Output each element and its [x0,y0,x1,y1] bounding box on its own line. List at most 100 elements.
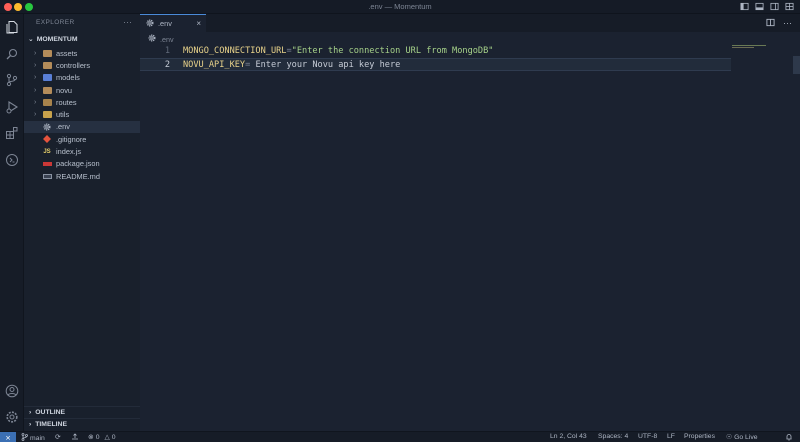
markdown-icon [42,172,52,181]
code-area[interactable]: 1 MONGO_CONNECTION_URL="Enter the connec… [140,45,800,71]
tree-item-routes[interactable]: › routes [24,96,140,108]
source-control-icon[interactable] [5,73,19,87]
language-mode[interactable]: Properties [684,433,715,440]
branch-name: main [30,434,45,442]
notifications-bell-icon[interactable] [785,433,793,441]
project-name: MOMENTUM [36,35,78,43]
explorer-icon[interactable] [5,20,19,34]
folder-icon [42,49,52,58]
chevron-right-icon: › [34,98,37,106]
tree-item-label: utils [56,110,70,120]
extensions-icon[interactable] [5,126,19,140]
error-count: 0 [95,433,100,441]
chevron-right-icon: › [34,111,37,119]
branch-indicator[interactable]: main [21,433,45,442]
explorer-sidebar: EXPLORER ··· ⌄ MOMENTUM › assets › contr… [24,14,140,431]
tree-item-label: controllers [56,60,91,70]
tree-item-label: models [56,73,80,83]
tab-env[interactable]: .env × [140,14,206,32]
tree-item-utils[interactable]: › utils [24,108,140,120]
chevron-right-icon: › [29,409,32,416]
timeline-section[interactable]: › TIMELINE [24,418,140,430]
chevron-down-icon: ⌄ [28,36,34,43]
warning-icon: △ [104,434,110,441]
folder-utils-icon [42,110,52,119]
git-icon [42,135,52,144]
env-value: Enter your Novu api key here [250,60,401,70]
folder-models-icon [42,73,52,82]
npm-icon [42,159,52,168]
tree-item-env[interactable]: .env [24,120,140,134]
tree-item-label: package.json [56,159,100,169]
tree-item-index-js[interactable]: JS index.js [24,145,140,157]
window-title: .env — Momentum [368,2,432,11]
line-number: 2 [164,60,170,70]
tree-item-models[interactable]: › models [24,72,140,84]
tree-item-package-json[interactable]: package.json [24,158,140,170]
tree-item-novu[interactable]: › novu [24,84,140,96]
publish-icon[interactable] [71,433,79,441]
customize-layout-icon[interactable] [785,2,794,13]
warning-count: 0 [111,433,116,441]
title-bar: .env — Momentum [0,0,800,14]
folder-icon [42,86,52,95]
indentation[interactable]: Spaces: 4 [598,433,628,440]
run-debug-icon[interactable] [5,100,19,114]
close-tab-icon[interactable]: × [196,19,201,28]
error-icon: ⊗ [88,434,94,441]
problems-indicator[interactable]: ⊗ 0 △ 0 [88,433,116,442]
chevron-right-icon: › [34,61,37,69]
outline-section[interactable]: › OUTLINE [24,406,140,418]
search-icon[interactable] [5,47,19,61]
end-of-line[interactable]: LF [667,433,675,440]
go-live-button[interactable]: ☉ Go Live [726,433,758,442]
tree-item-readme[interactable]: README.md [24,170,140,182]
gear-icon [146,19,154,29]
code-editor[interactable]: 1 MONGO_CONNECTION_URL="Enter the connec… [140,32,800,431]
settings-gear-icon[interactable] [5,410,19,424]
timeline-label: TIMELINE [35,421,67,428]
remote-indicator-icon[interactable]: ⨯ [0,432,16,442]
split-editor-icon[interactable] [766,18,775,29]
chevron-right-icon: › [34,74,37,82]
go-live-label: Go Live [734,433,758,441]
tree-item-label: routes [56,97,77,107]
outline-label: OUTLINE [35,409,66,416]
tree-item-label: README.md [56,171,100,181]
tab-label: .env [158,19,172,28]
code-line[interactable]: 1 MONGO_CONNECTION_URL="Enter the connec… [140,45,800,58]
project-folder-header[interactable]: ⌄ MOMENTUM [28,35,78,44]
activity-bar [0,14,24,431]
tree-item-gitignore[interactable]: .gitignore [24,133,140,145]
tree-item-controllers[interactable]: › controllers [24,59,140,71]
sync-icon[interactable]: ⟳ [55,433,61,441]
tree-item-label: .env [56,122,70,132]
env-value: "Enter the connection URL from MongoDB" [291,46,494,56]
toggle-secondary-sidebar-icon[interactable] [770,2,779,13]
code-line-current[interactable]: 2 NOVU_API_KEY= Enter your Novu api key … [140,58,731,71]
toggle-panel-icon[interactable] [755,2,764,13]
account-icon[interactable] [5,384,19,398]
file-tree: › assets › controllers › models › novu ›… [24,47,140,182]
tree-item-assets[interactable]: › assets [24,47,140,59]
more-actions-icon[interactable]: ··· [783,18,792,29]
tree-item-label: assets [56,48,78,58]
encoding[interactable]: UTF-8 [638,433,657,440]
scrollbar-overview-marker[interactable] [793,56,800,74]
folder-routes-icon [42,98,52,107]
folder-icon [42,61,52,70]
explorer-header: EXPLORER [36,19,75,26]
env-key: MONGO_CONNECTION_URL [183,46,287,56]
explorer-more-actions-icon[interactable]: ··· [123,17,132,27]
chevron-right-icon: › [34,49,37,57]
git-branch-icon [21,433,28,442]
env-key: NOVU_API_KEY [183,60,246,70]
broadcast-icon: ☉ [726,434,733,441]
status-bar: ⨯ main ⟳ ⊗ 0 △ 0 Ln 2, Col 43 Spaces: 4 … [0,431,800,442]
minimap[interactable] [732,45,768,48]
js-icon: JS [43,148,51,155]
remote-explorer-icon[interactable] [5,153,19,167]
toggle-primary-sidebar-icon[interactable] [740,2,749,13]
tree-item-label: index.js [56,147,82,157]
cursor-position[interactable]: Ln 2, Col 43 [550,433,587,440]
